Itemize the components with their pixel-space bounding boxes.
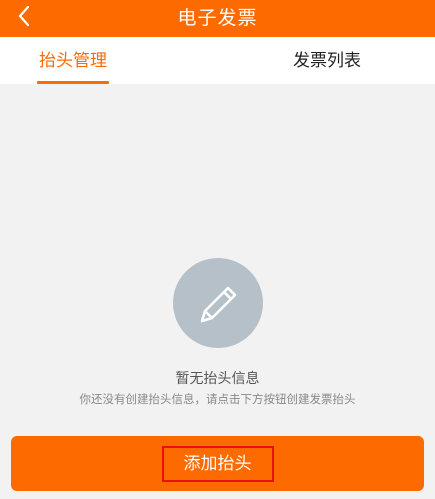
page-title: 电子发票 [177,7,258,29]
empty-state-title: 暂无抬头信息 [175,371,260,387]
empty-state-description: 你还没有创建抬头信息，请点击下方按钮创建发票抬头 [79,392,356,406]
add-title-button-label: 添加抬头 [161,445,274,482]
top-bar: 电子发票 [0,0,435,37]
tab-bar: 抬头管理 发票列表 [0,37,435,84]
pencil-icon [173,258,263,348]
add-title-button[interactable]: 添加抬头 [11,436,424,491]
tab-title-management[interactable]: 抬头管理 [3,37,143,84]
tab-invoice-list[interactable]: 发票列表 [257,37,397,84]
active-tab-indicator [37,81,109,84]
